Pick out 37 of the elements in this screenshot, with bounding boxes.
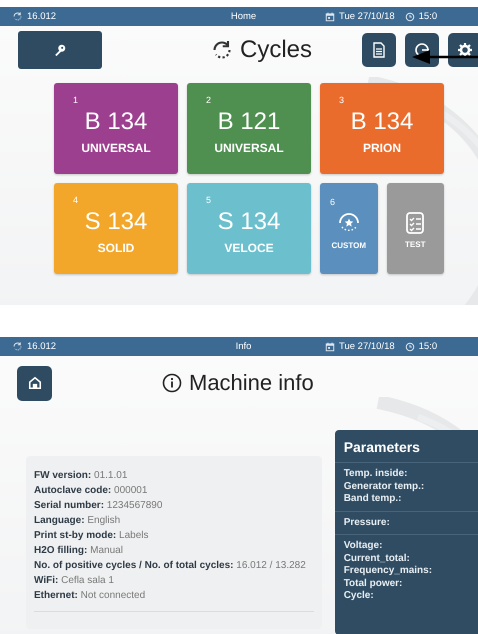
info-line: No. of positive cycles / No. of total cycles: 16.012 / 13.282: [34, 559, 307, 573]
info-line: Autoclave code: 000001: [34, 484, 148, 498]
tile-label: TEST: [405, 240, 426, 249]
parameter-label: Current_total:: [344, 552, 411, 565]
parameter-label: Frequency_mains:: [344, 565, 434, 578]
info-line: WiFi: Cefla sala 1: [34, 574, 115, 588]
screen-title: Info: [234, 341, 252, 352]
screen-title: Home: [230, 11, 258, 22]
cycle-counter: 16.012: [27, 341, 56, 352]
cycle-tile[interactable]: 2 B 121 UNIVERSAL: [187, 83, 311, 174]
time-text: 15:0: [418, 341, 438, 352]
date-text: Tue 27/10/18: [339, 11, 395, 22]
parameter-label: Pressure:: [344, 516, 391, 529]
date-text: Tue 27/10/18: [339, 341, 395, 352]
page-title: Cycles: [240, 36, 312, 64]
parameter-label: Total power:: [344, 578, 404, 590]
parameter-label: Temp. inside:: [344, 468, 408, 480]
page-title: Machine info: [189, 370, 314, 396]
cycle-tile[interactable]: 4 S 134 SOLID: [54, 183, 178, 274]
info-line: Print st-by mode: Labels: [34, 529, 150, 543]
info-line: Language: English: [34, 514, 122, 528]
time-text: 15:0: [418, 11, 438, 22]
cycle-tile[interactable]: 1 B 134 UNIVERSAL: [54, 83, 178, 174]
info-line: H2O filling: Manual: [34, 544, 124, 558]
info-line: FW version: 01.1.01: [34, 469, 128, 483]
info-line: Serial number: 1234567890: [34, 499, 164, 513]
tile-label: CUSTOM: [331, 241, 366, 250]
info-line: Ethernet: Not connected: [34, 589, 146, 603]
parameter-label: Cycle:: [344, 590, 375, 602]
parameter-label: Band temp.:: [344, 493, 402, 506]
cycle-tile[interactable]: 3 B 134 PRION: [320, 83, 444, 174]
cycle-counter: 16.012: [27, 11, 56, 22]
panel-title: Parameters: [334, 430, 478, 463]
tile-number: 6: [330, 197, 336, 207]
parameter-label: Voltage:: [344, 540, 384, 552]
parameter-label: Generator temp.:: [344, 480, 426, 493]
cycle-tile[interactable]: 5 S 134 VELOCE: [187, 183, 311, 274]
